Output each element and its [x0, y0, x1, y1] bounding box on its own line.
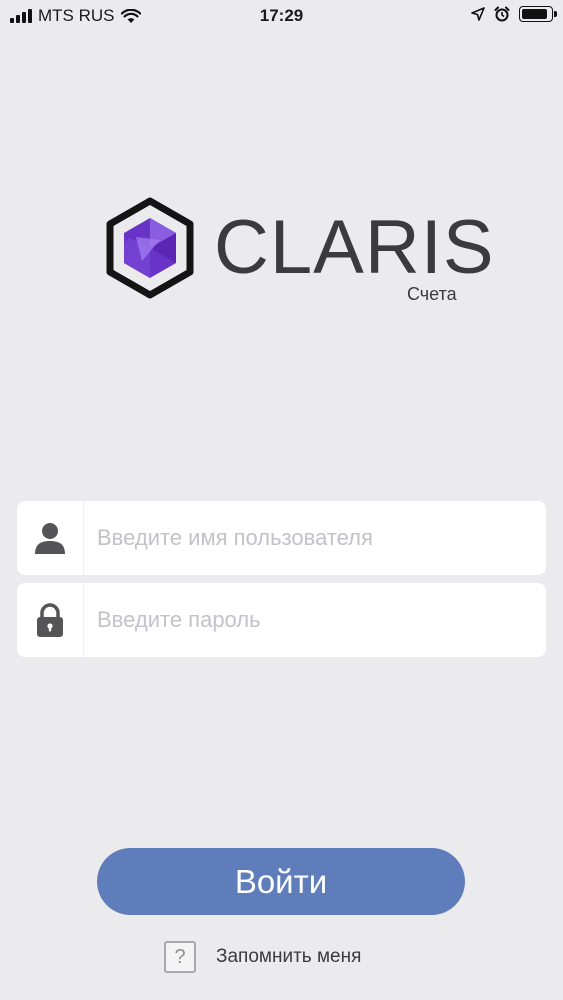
app-logo: CLARIS Счета	[104, 197, 494, 304]
logo-subtitle: Счета	[407, 284, 457, 304]
battery-icon	[519, 6, 557, 22]
login-button[interactable]: Войти	[97, 848, 465, 915]
username-input[interactable]	[97, 501, 527, 575]
password-input[interactable]	[97, 583, 527, 657]
remember-me-checkbox[interactable]: ?	[164, 941, 196, 973]
status-bar: MTS RUS 17:29	[0, 0, 563, 34]
field-separator	[83, 583, 84, 657]
field-separator	[83, 501, 84, 575]
username-field[interactable]	[17, 501, 546, 575]
location-arrow-icon	[471, 7, 485, 21]
remember-me[interactable]: ? Запомнить меня	[164, 941, 361, 973]
user-icon	[17, 501, 83, 575]
status-right	[471, 6, 557, 22]
logo-name: CLARIS	[214, 205, 495, 290]
claris-hexagon-logo-icon	[106, 197, 194, 299]
question-mark-icon: ?	[174, 945, 186, 968]
remember-me-label[interactable]: Запомнить меня	[216, 946, 361, 968]
battery-fill	[522, 9, 548, 19]
password-field[interactable]	[17, 583, 546, 657]
alarm-icon	[494, 6, 510, 22]
lock-icon	[17, 583, 83, 657]
